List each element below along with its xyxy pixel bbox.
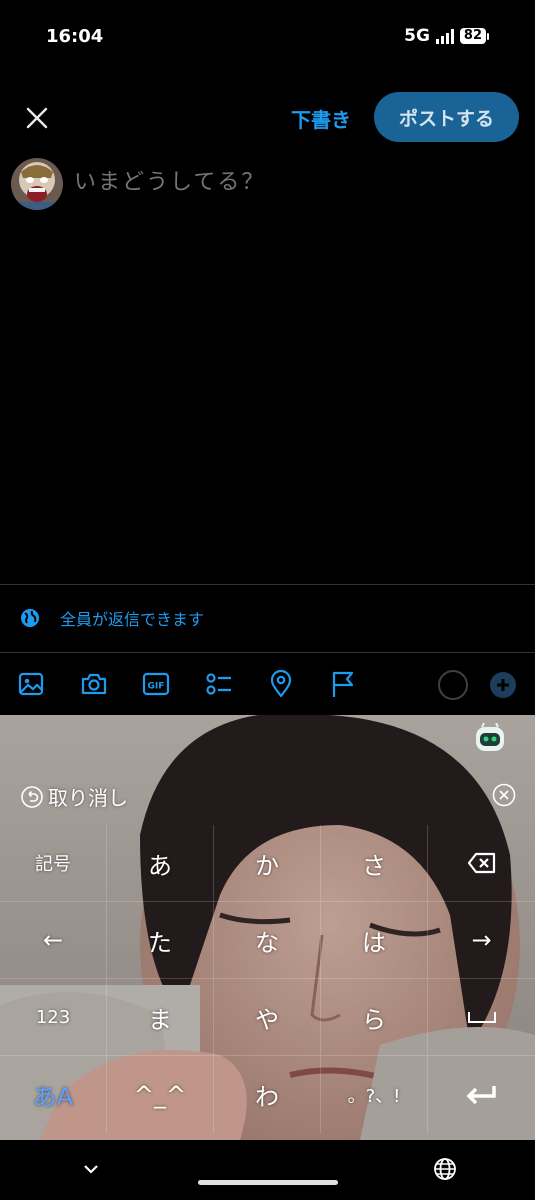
divider <box>0 584 535 585</box>
key-ta[interactable]: た <box>107 902 214 979</box>
key-numbers[interactable]: 123 <box>0 979 107 1056</box>
key-input-mode[interactable]: あA <box>0 1056 107 1133</box>
globe-outline-icon <box>434 1158 456 1180</box>
avatar[interactable] <box>11 158 63 210</box>
avatar-image <box>11 158 63 210</box>
camera-button[interactable] <box>79 669 109 699</box>
flag-button[interactable] <box>328 669 358 699</box>
key-backspace[interactable] <box>428 825 535 902</box>
space-icon <box>467 1012 496 1023</box>
compose-input[interactable] <box>74 170 514 195</box>
status-time: 16:04 <box>46 26 104 47</box>
key-ma[interactable]: ま <box>107 979 214 1056</box>
keyboard: 取り消し 記号 あ か さ ← た な は → 123 ま や ら あA ^_^… <box>0 715 535 1140</box>
key-enter[interactable] <box>428 1056 535 1133</box>
image-icon <box>18 672 44 696</box>
flag-icon <box>332 671 354 697</box>
key-ya[interactable]: や <box>214 979 321 1056</box>
battery-icon: 82 <box>459 28 489 44</box>
gif-icon-text: GIF <box>148 682 165 692</box>
poll-icon <box>206 673 231 695</box>
key-sa[interactable]: さ <box>321 825 428 902</box>
undo-button[interactable]: 取り消し <box>20 782 128 811</box>
reply-setting-label: 全員が返信できます <box>60 610 205 629</box>
location-button[interactable] <box>266 669 296 699</box>
key-ha[interactable]: は <box>321 902 428 979</box>
key-right-arrow[interactable]: → <box>428 902 535 979</box>
status-indicators: 5G 82 <box>404 26 489 46</box>
home-handle[interactable] <box>198 1180 338 1185</box>
image-button[interactable] <box>16 669 46 699</box>
undo-label: 取り消し <box>48 786 128 810</box>
key-wa[interactable]: わ <box>214 1056 321 1133</box>
key-left-arrow[interactable]: ← <box>0 902 107 979</box>
keyboard-close-button[interactable] <box>492 783 516 807</box>
add-thread-button[interactable] <box>490 672 516 698</box>
character-count-circle <box>438 670 468 700</box>
key-na[interactable]: な <box>214 902 321 979</box>
camera-icon <box>81 673 107 695</box>
chevron-down-icon <box>84 1165 98 1174</box>
poll-button[interactable] <box>204 669 234 699</box>
backspace-icon <box>467 852 495 874</box>
plus-icon <box>497 679 509 691</box>
key-symbols[interactable]: 記号 <box>0 825 107 902</box>
reply-setting-button[interactable]: 全員が返信できます <box>20 606 204 630</box>
network-type: 5G <box>404 26 430 46</box>
undo-icon <box>21 785 43 808</box>
signal-icon <box>435 28 454 44</box>
key-ka[interactable]: か <box>214 825 321 902</box>
gif-button[interactable]: GIF <box>141 669 171 699</box>
key-a[interactable]: あ <box>107 825 214 902</box>
key-emoticon[interactable]: ^_^ <box>107 1056 214 1133</box>
enter-icon <box>466 1085 496 1104</box>
drafts-button[interactable]: 下書き <box>291 104 351 133</box>
globe-icon <box>21 609 39 627</box>
close-button[interactable] <box>22 103 52 133</box>
key-punctuation[interactable]: 。?、! <box>321 1056 428 1133</box>
location-icon <box>270 670 292 698</box>
language-button[interactable] <box>433 1157 457 1181</box>
key-ra[interactable]: ら <box>321 979 428 1056</box>
battery-level: 82 <box>459 28 486 44</box>
gif-icon: GIF <box>142 672 170 696</box>
keyboard-mascot-icon[interactable] <box>474 722 506 753</box>
close-icon <box>26 107 48 129</box>
key-space[interactable] <box>428 979 535 1056</box>
hide-keyboard-button[interactable] <box>81 1159 101 1179</box>
post-button[interactable]: ポストする <box>374 92 519 142</box>
close-circle-icon <box>492 783 516 807</box>
divider <box>0 652 535 653</box>
